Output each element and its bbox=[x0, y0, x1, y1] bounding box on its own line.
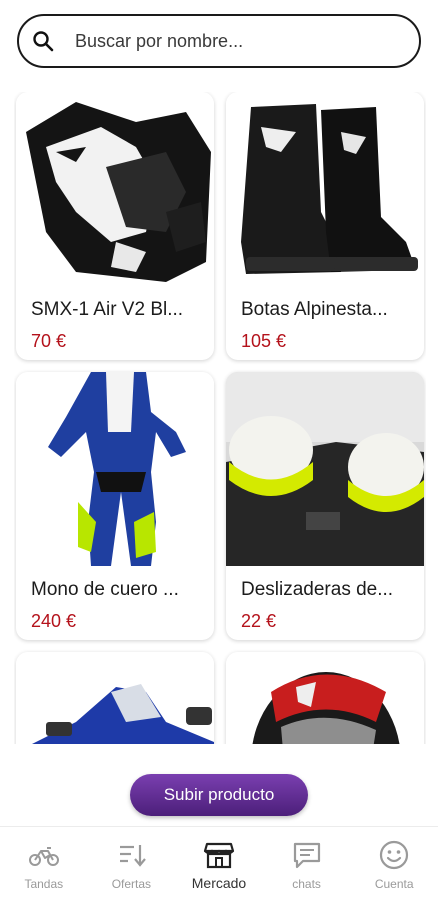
nav-label: Tandas bbox=[24, 877, 64, 891]
product-image-knee-sliders bbox=[226, 372, 424, 566]
nav-item-ofertas[interactable]: Ofertas bbox=[88, 827, 176, 901]
product-card[interactable]: SMX-1 Air V2 Bl... 70 € bbox=[16, 92, 214, 360]
product-price: 22 € bbox=[241, 611, 277, 631]
product-image-leather-suit bbox=[16, 372, 214, 566]
product-card[interactable] bbox=[16, 652, 214, 744]
product-image-motorcycle bbox=[16, 652, 214, 744]
chat-icon bbox=[293, 842, 320, 869]
product-price: 240 € bbox=[31, 611, 77, 631]
nav-item-tandas[interactable]: Tandas bbox=[0, 827, 88, 901]
nav-item-chats[interactable]: chats bbox=[263, 827, 351, 901]
nav-item-mercado[interactable]: Mercado bbox=[175, 827, 263, 901]
motorcycle-icon bbox=[28, 847, 59, 866]
search-bar[interactable] bbox=[17, 14, 421, 68]
product-card[interactable] bbox=[226, 652, 424, 744]
product-card[interactable]: Deslizaderas de... 22 € bbox=[226, 372, 424, 640]
product-title: Mono de cuero ... bbox=[31, 579, 179, 600]
product-image-helmet bbox=[226, 652, 424, 744]
product-title: Deslizaderas de... bbox=[241, 579, 394, 600]
product-price: 105 € bbox=[241, 331, 287, 351]
nav-label: Mercado bbox=[191, 875, 247, 891]
product-grid[interactable]: SMX-1 Air V2 Bl... 70 € Botas Alpinesta.… bbox=[14, 92, 426, 744]
bottom-nav: Tandas Ofertas Mercado chats Cuenta bbox=[0, 826, 438, 901]
nav-item-cuenta[interactable]: Cuenta bbox=[350, 827, 438, 901]
product-card[interactable]: Botas Alpinesta... 105 € bbox=[226, 92, 424, 360]
sort-icon bbox=[120, 845, 147, 867]
search-input[interactable] bbox=[73, 29, 377, 53]
product-image-gloves bbox=[16, 92, 214, 286]
nav-label: Ofertas bbox=[111, 877, 152, 891]
nav-label: Cuenta bbox=[374, 877, 414, 891]
store-icon bbox=[203, 842, 235, 869]
product-title: Botas Alpinesta... bbox=[241, 299, 388, 320]
nav-label: chats bbox=[292, 877, 321, 891]
upload-product-button[interactable]: Subir producto bbox=[130, 774, 308, 816]
upload-area: Subir producto bbox=[0, 744, 438, 826]
product-title: SMX-1 Air V2 Bl... bbox=[31, 299, 184, 320]
product-image-boots bbox=[226, 92, 424, 286]
search-icon bbox=[33, 31, 54, 52]
smiley-icon bbox=[380, 840, 409, 870]
product-price: 70 € bbox=[31, 331, 67, 351]
product-card[interactable]: Mono de cuero ... 240 € bbox=[16, 372, 214, 640]
